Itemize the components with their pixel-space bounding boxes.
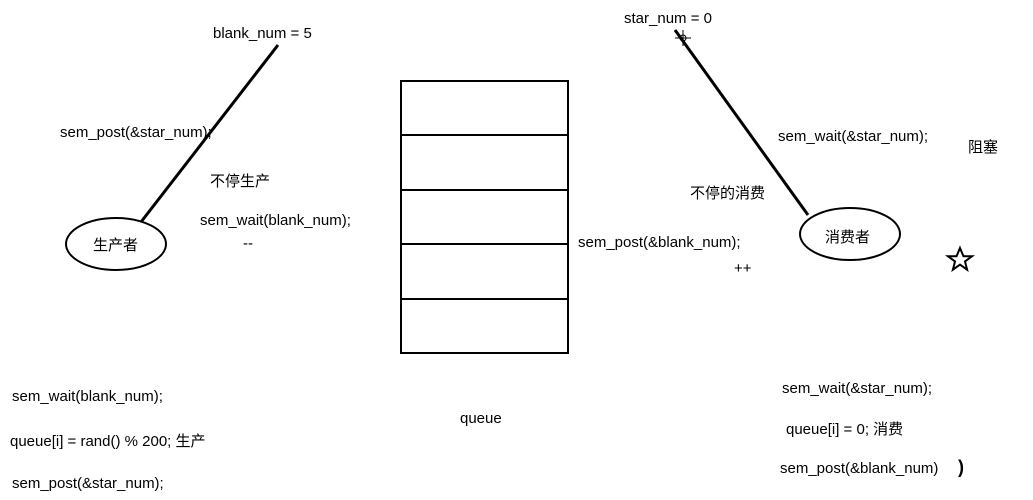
- queue-cell: [402, 300, 567, 352]
- producer-loop: 不停生产: [210, 170, 270, 191]
- consumer-code-1: sem_wait(&star_num);: [782, 380, 932, 397]
- star-icon: [948, 248, 972, 270]
- producer-code-1: sem_wait(blank_num);: [12, 388, 163, 405]
- producer-code-3: sem_post(&star_num);: [12, 475, 164, 492]
- queue-cell: [402, 136, 567, 190]
- consumer-loop: 不停的消费: [690, 182, 765, 203]
- cursor-icon: [675, 30, 691, 46]
- consumer-wait: sem_wait(&star_num);: [778, 128, 928, 145]
- producer-wait: sem_wait(blank_num);: [200, 212, 351, 229]
- blank-num-label: blank_num = 5: [213, 25, 312, 42]
- blank-num-label-text: blank_num =: [213, 25, 303, 42]
- queue-cell: [402, 245, 567, 299]
- star-num-label: star_num = 0: [624, 10, 712, 27]
- queue-cell: [402, 191, 567, 245]
- producer-post: sem_post(&star_num);: [60, 124, 212, 141]
- producer-decrement: --: [243, 235, 253, 252]
- producer-node-label: 生产者: [93, 234, 138, 255]
- consumer-block: 阻塞: [968, 136, 998, 157]
- blank-num-value: 5: [303, 25, 311, 42]
- producer-code-2: queue[i] = rand() % 200; 生产: [10, 430, 206, 451]
- consumer-code-3: sem_post(&blank_num): [780, 460, 938, 477]
- consumer-increment: ++: [734, 260, 752, 277]
- close-paren-icon: ): [958, 457, 964, 477]
- consumer-post: sem_post(&blank_num);: [578, 234, 741, 251]
- queue: [400, 80, 569, 354]
- queue-cell: [402, 82, 567, 136]
- queue-label: queue: [460, 410, 502, 427]
- consumer-node-label: 消费者: [825, 226, 870, 247]
- consumer-code-2: queue[i] = 0; 消费: [786, 418, 903, 439]
